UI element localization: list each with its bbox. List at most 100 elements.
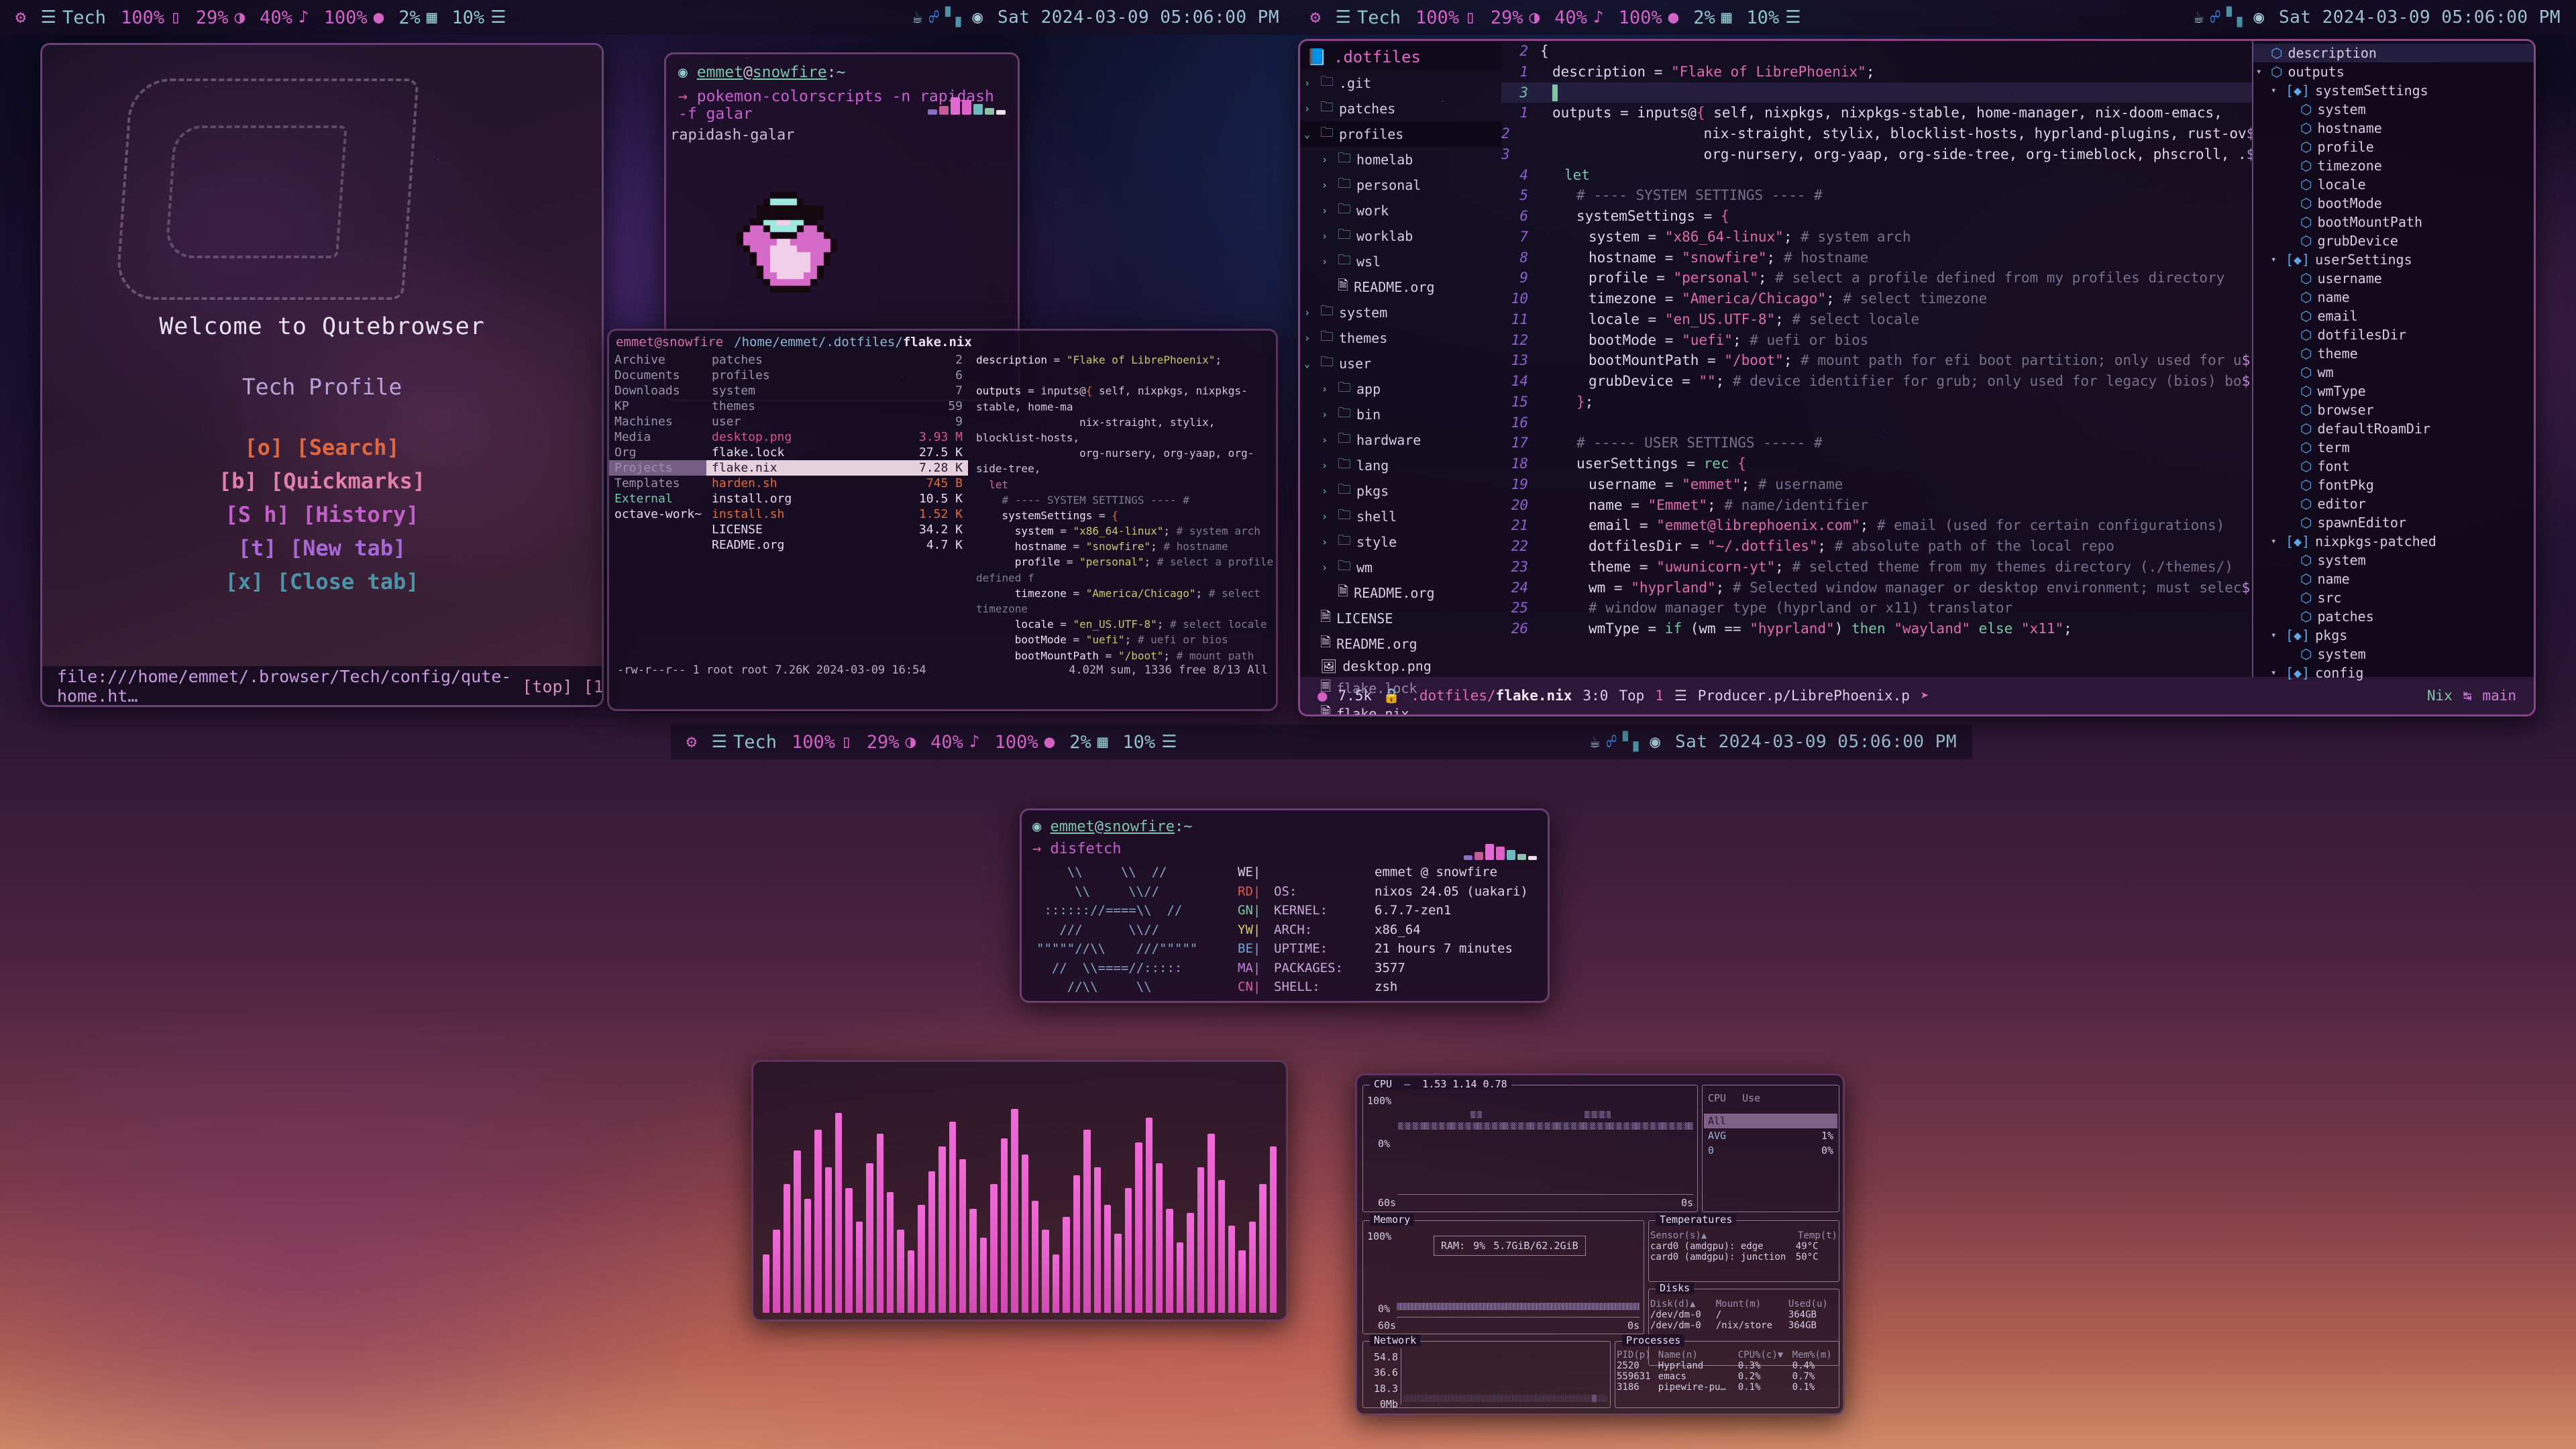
chevron-right-icon[interactable]: › (1322, 230, 1332, 242)
ranger-file-row[interactable]: system 7 (706, 383, 968, 398)
wifi-icon[interactable]: ▘▖ (2226, 9, 2247, 26)
ranger-file-row[interactable]: profiles 6 (706, 368, 968, 383)
treemacs-item[interactable]: › 🗀 system (1300, 300, 1501, 325)
treemacs-item[interactable]: › 🗀 .git (1300, 70, 1501, 96)
chevron-right-icon[interactable]: › (1322, 205, 1332, 217)
symbol-item[interactable]: ⬡ bootMountPath (2253, 213, 2534, 231)
quick-link-2[interactable]: [S h] [History] (225, 502, 419, 527)
bar-tray[interactable]: ☕ ☍ ▘▖ ◉ (905, 9, 990, 26)
quick-link-0[interactable]: [o] [Search] (244, 435, 399, 460)
chevron-right-icon[interactable]: › (1322, 434, 1332, 446)
symbol-item[interactable]: ▾ [◆] nixpkgs-patched (2253, 532, 2534, 551)
symbol-item[interactable]: ⬡ wmType (2253, 382, 2534, 400)
treemacs-item[interactable]: 🗎 LICENSE (1300, 606, 1501, 631)
symbol-item[interactable]: ▾ ⬡ outputs (2253, 62, 2534, 81)
chevron-right-icon[interactable]: › (1304, 332, 1315, 344)
bar2-workspace-group[interactable]: ⚙ (1303, 9, 1328, 26)
treemacs-item[interactable]: › 🗀 personal (1300, 172, 1501, 198)
btop-core-row-list[interactable]: All AVG 1% 0 0% (1704, 1114, 1837, 1158)
ranger-file-manager-window[interactable]: emmet@snowfire /home/emmet/.dotfiles/fla… (607, 329, 1278, 711)
treemacs-project-title[interactable]: 📘 .dotfiles (1300, 44, 1501, 70)
ranger-parent-item[interactable]: Projects (609, 460, 706, 476)
ranger-parent-item[interactable]: Media (609, 429, 706, 445)
wifi-icon[interactable]: ▘▖ (1623, 733, 1644, 751)
disc-icon[interactable]: ◉ (2253, 9, 2264, 26)
treemacs-item[interactable]: › 🗀 hardware (1300, 427, 1501, 453)
bar-clock[interactable]: Sat 2024-03-09 05:06:00 PM (990, 7, 1287, 28)
symbol-item[interactable]: ⬡ defaultRoamDir (2253, 419, 2534, 438)
btop-process-row[interactable]: 3186 pipewire-pu… 0.1% 0.1% (1615, 1382, 1839, 1393)
chevron-down-icon[interactable]: ▾ (2256, 66, 2265, 77)
btop-proc-header-cpu[interactable]: CPU%(c)▼ (1737, 1350, 1791, 1360)
bar3-ram-group[interactable]: 10% ☰ (1115, 732, 1184, 753)
symbol-item[interactable]: ⬡ browser (2253, 400, 2534, 419)
qutebrowser-statusbar[interactable]: file:///home/emmet/.browser/Tech/config/… (42, 666, 602, 705)
ranger-parent-item[interactable]: Machines (609, 414, 706, 429)
btop-process-row[interactable]: 2520 Hyprland 0.3% 0.4% (1615, 1360, 1839, 1371)
bar3-tag-group[interactable]: ☰ Tech (704, 732, 784, 753)
bar2-tag-group[interactable]: ☰ Tech (1328, 7, 1408, 28)
coffee-icon[interactable]: ☕ (2194, 9, 2204, 26)
treemacs-item[interactable]: 🗎 README.org (1300, 631, 1501, 657)
symbol-item[interactable]: ⬡ term (2253, 438, 2534, 457)
btop-disk-row[interactable]: /dev/dm-0/nix/store 364GB (1649, 1320, 1839, 1331)
ranger-parent-item[interactable]: octave-work~ (609, 506, 706, 522)
chevron-right-icon[interactable]: › (1322, 154, 1332, 166)
symbol-item[interactable]: ⬡ system (2253, 100, 2534, 119)
symbol-item[interactable]: ⬡ hostname (2253, 119, 2534, 138)
btop-proc-header-pid[interactable]: PID(p) (1615, 1350, 1657, 1360)
ranger-parent-column[interactable]: Archive Documents Downloads KP Machines Media… (609, 352, 706, 661)
symbol-item[interactable]: ⬡ theme (2253, 344, 2534, 363)
symbol-item[interactable]: ⬡ fontPkg (2253, 476, 2534, 494)
disfetch-terminal-window[interactable]: ◉ emmet@snowfire:~ → disfetch \\ \\ // \… (1020, 808, 1550, 1003)
chevron-right-icon[interactable]: › (1322, 511, 1332, 523)
bar2-brightness-group[interactable]: 40% ♪ (1547, 7, 1611, 28)
chevron-right-icon[interactable]: › (1304, 77, 1315, 89)
treemacs-item[interactable]: › 🗀 lang (1300, 453, 1501, 478)
btop-disks-header-used[interactable]: Used(u) (1787, 1299, 1839, 1309)
symbol-item[interactable]: ⬡ src (2253, 588, 2534, 607)
hamburger-icon[interactable]: ☰ (1161, 733, 1177, 751)
gear-icon[interactable]: ⚙ (15, 9, 26, 26)
bar3-battery-group[interactable]: 100% ▯ (784, 732, 859, 753)
chevron-right-icon[interactable]: › (1322, 561, 1332, 574)
symbol-item[interactable]: ▾ [◆] config (2253, 663, 2534, 682)
coffee-icon[interactable]: ☕ (1590, 733, 1601, 751)
ranger-current-column[interactable]: patches 2 profiles 6 system 7 themes 59 user 9 des… (706, 352, 968, 661)
chevron-down-icon[interactable]: ▾ (2271, 254, 2280, 265)
ranger-parent-item[interactable]: Org (609, 445, 706, 460)
emacs-symbol-outline-sidebar[interactable]: ⬡ description ▾ ⬡ outputs ▾ [◆] systemSettings ⬡… (2252, 41, 2534, 681)
btop-temp-row[interactable]: card0 (amdgpu): edge 49°C (1649, 1241, 1839, 1252)
bar3-workspace-group[interactable]: ⚙ (679, 733, 704, 751)
btop-system-monitor-window[interactable]: CPU — 1.53 1.14 0.78 100% 0% ▒░▒░▒░▒▒░▒░… (1355, 1073, 1845, 1415)
bar-battery-group[interactable]: 100% ▯ (113, 7, 189, 28)
quick-link-3[interactable]: [t] [New tab] (238, 535, 406, 561)
treemacs-item[interactable]: 🗎 README.org (1300, 580, 1501, 606)
bar-workspace-group[interactable]: ⚙ (8, 9, 34, 26)
btop-core-row[interactable]: AVG 1% (1704, 1128, 1837, 1143)
symbol-item[interactable]: ⬡ grubDevice (2253, 231, 2534, 250)
btop-disks-header-disk[interactable]: Disk(d)▲ (1649, 1299, 1715, 1309)
emacs-code-buffer[interactable]: 2{1 description = "Flake of LibrePhoenix"… (1501, 41, 2252, 677)
btop-proc-header-mem[interactable]: Mem%(m) (1791, 1350, 1839, 1360)
symbol-item[interactable]: ⬡ wm (2253, 363, 2534, 382)
bar2-volume-group[interactable]: 100% ● (1611, 7, 1686, 28)
chevron-down-icon[interactable]: ▾ (2271, 630, 2280, 641)
symbol-item[interactable]: ⬡ font (2253, 457, 2534, 476)
bar2-clock[interactable]: Sat 2024-03-09 05:06:00 PM (2271, 7, 2568, 28)
treemacs-item[interactable]: › 🗀 patches (1300, 96, 1501, 121)
symbol-item[interactable]: ▾ [◆] pkgs (2253, 626, 2534, 645)
symbol-item[interactable]: ⬡ system (2253, 645, 2534, 663)
btop-processes-panel[interactable]: Processes PID(p) Name(n) CPU%(c)▼ Mem%(m… (1615, 1334, 1839, 1408)
gear-icon[interactable]: ⚙ (1310, 9, 1321, 26)
symbol-item[interactable]: ⬡ profile (2253, 138, 2534, 156)
btop-temps-header-sensor[interactable]: Sensor(s)▲ (1649, 1230, 1794, 1241)
bar3-clock[interactable]: Sat 2024-03-09 05:06:00 PM (1668, 732, 1964, 752)
quick-link-1[interactable]: [b] [Quickmarks] (219, 468, 425, 494)
bar3-brightness-group[interactable]: 40% ♪ (923, 732, 987, 753)
ranger-parent-item[interactable]: Archive (609, 352, 706, 368)
treemacs-item[interactable]: 🗎 README.org (1300, 274, 1501, 300)
chevron-down-icon[interactable]: ⌄ (1304, 128, 1315, 140)
audio-visualizer-window[interactable] (751, 1060, 1288, 1322)
ranger-file-row[interactable]: flake.nix 7.28 K (706, 460, 968, 476)
